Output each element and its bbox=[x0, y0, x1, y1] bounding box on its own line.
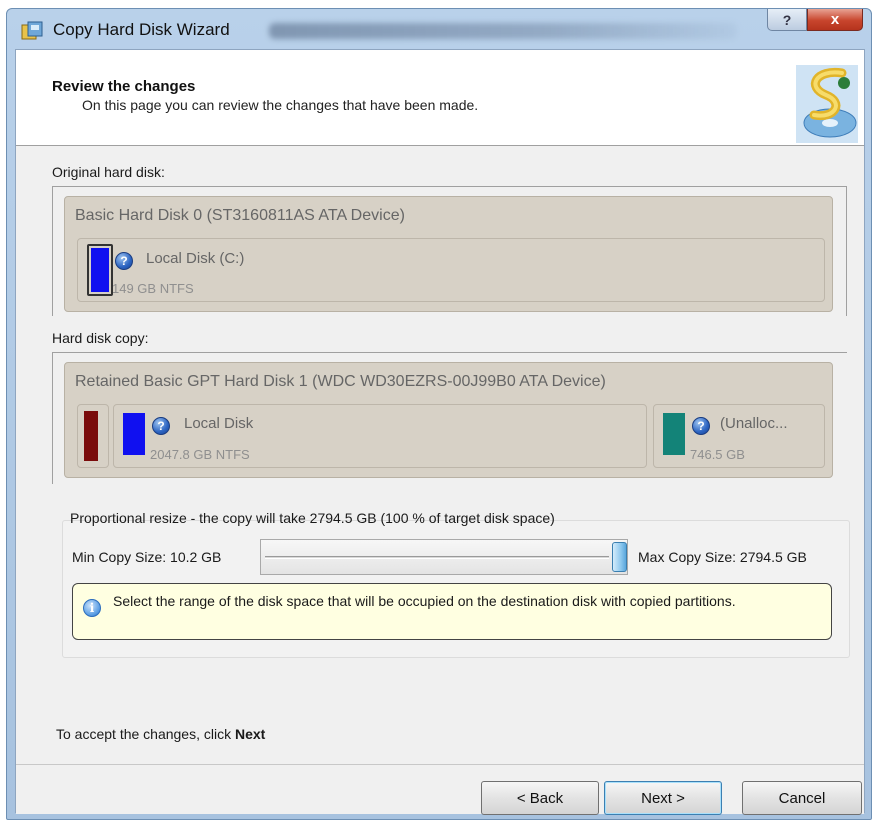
partition-color-bar bbox=[91, 248, 109, 292]
wizard-window: Copy Hard Disk Wizard ? x Review the cha… bbox=[6, 8, 872, 820]
copy-partition-local-disk[interactable]: ? Local Disk 2047.8 GB NTFS bbox=[113, 404, 647, 468]
resize-description: Proportional resize - the copy will take… bbox=[70, 510, 555, 526]
original-partition-c[interactable]: ? Local Disk (C:) 149 GB NTFS bbox=[77, 238, 825, 302]
copy-partition-unallocated[interactable]: ? (Unalloc... 746.5 GB bbox=[653, 404, 825, 468]
partition-size: 149 GB NTFS bbox=[112, 281, 194, 296]
close-icon: x bbox=[830, 11, 840, 28]
copy-disk-title: Retained Basic GPT Hard Disk 1 (WDC WD30… bbox=[75, 373, 606, 390]
info-text: Select the range of the disk space that … bbox=[113, 593, 736, 609]
max-copy-size: Max Copy Size: 2794.5 GB bbox=[638, 549, 807, 565]
partition-selection-highlight: ? Local Disk (C:) 149 GB NTFS bbox=[78, 239, 824, 301]
blurred-title-detail bbox=[269, 23, 737, 39]
question-icon: ? bbox=[152, 417, 170, 435]
section-divider bbox=[52, 186, 847, 187]
min-copy-size: Min Copy Size: 10.2 GB bbox=[72, 549, 222, 565]
wizard-header: Review the changes On this page you can … bbox=[16, 50, 864, 146]
accept-instruction: To accept the changes, click Next bbox=[56, 726, 265, 742]
copy-disk-label: Hard disk copy: bbox=[52, 330, 149, 346]
partition-color-bar bbox=[123, 413, 145, 455]
partition-name: Local Disk (C:) bbox=[146, 250, 245, 267]
title-bar[interactable]: Copy Hard Disk Wizard ? x bbox=[7, 9, 871, 49]
partition-color-bar bbox=[663, 413, 685, 455]
section-divider bbox=[52, 352, 847, 353]
page-subtitle: On this page you can review the changes … bbox=[82, 97, 479, 113]
app-icon bbox=[21, 21, 43, 40]
question-icon: ? bbox=[115, 252, 133, 270]
next-button[interactable]: Next > bbox=[604, 781, 722, 815]
slider-groove bbox=[265, 556, 609, 559]
window-title: Copy Hard Disk Wizard bbox=[53, 20, 230, 39]
cancel-button[interactable]: Cancel bbox=[742, 781, 862, 815]
info-tip: i Select the range of the disk space tha… bbox=[72, 583, 832, 640]
accept-prefix: To accept the changes, click bbox=[56, 726, 235, 742]
back-button[interactable]: < Back bbox=[481, 781, 599, 815]
section-divider-right bbox=[846, 186, 847, 316]
help-label: ? bbox=[782, 11, 792, 28]
partition-size: 2047.8 GB NTFS bbox=[150, 447, 250, 462]
copy-partition-reserved[interactable] bbox=[77, 404, 109, 468]
slider-thumb[interactable] bbox=[612, 542, 627, 572]
accept-action: Next bbox=[235, 726, 266, 742]
partition-color-frame bbox=[87, 244, 113, 296]
original-disk-label: Original hard disk: bbox=[52, 164, 165, 180]
help-button[interactable]: ? bbox=[767, 9, 807, 31]
section-divider-left bbox=[52, 352, 53, 484]
close-button[interactable]: x bbox=[807, 9, 863, 31]
page-title: Review the changes bbox=[52, 78, 196, 95]
info-icon: i bbox=[83, 599, 101, 617]
question-icon: ? bbox=[692, 417, 710, 435]
partition-color-bar bbox=[84, 411, 98, 461]
wizard-body: Review the changes On this page you can … bbox=[15, 49, 865, 815]
original-disk-title: Basic Hard Disk 0 (ST3160811AS ATA Devic… bbox=[75, 207, 405, 224]
copy-disk[interactable]: Retained Basic GPT Hard Disk 1 (WDC WD30… bbox=[64, 362, 833, 478]
copy-size-slider[interactable] bbox=[260, 539, 628, 575]
original-disk[interactable]: Basic Hard Disk 0 (ST3160811AS ATA Devic… bbox=[64, 196, 833, 312]
section-divider-left bbox=[52, 186, 53, 316]
partition-name: (Unalloc... bbox=[720, 415, 788, 432]
wizard-logo-icon bbox=[796, 65, 858, 143]
partition-size: 746.5 GB bbox=[690, 447, 745, 462]
partition-name: Local Disk bbox=[184, 415, 254, 432]
button-bar: < Back Next > Cancel bbox=[16, 764, 864, 815]
